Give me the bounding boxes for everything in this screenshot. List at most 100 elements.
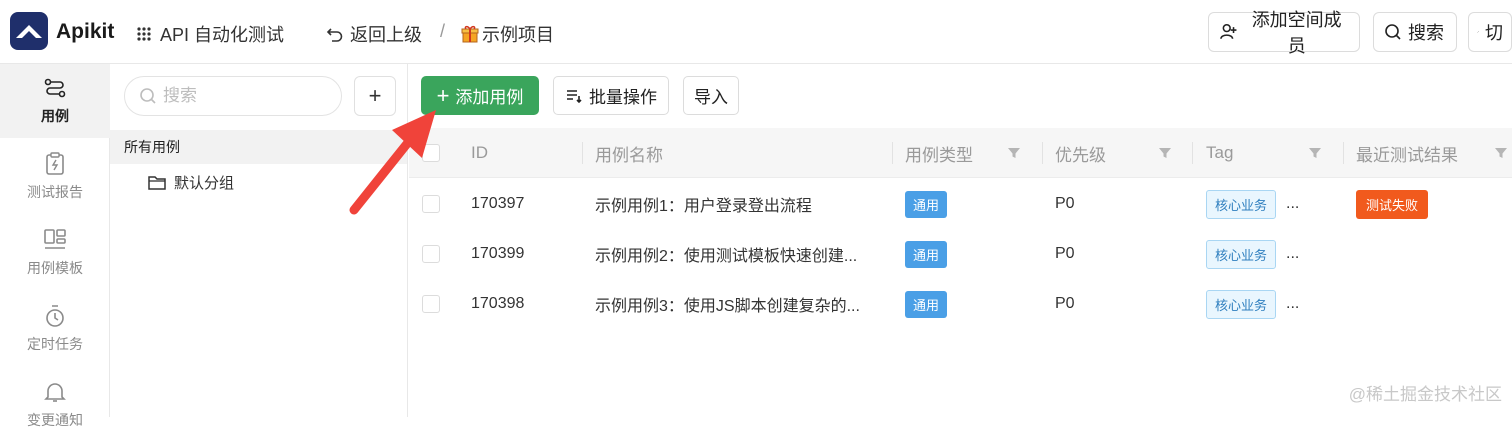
tag-badge: 核心业务: [1206, 240, 1276, 269]
side-nav: 用例 测试报告 用例模板 定时任务 变更通知: [0, 64, 110, 417]
result-badge: 测试失败: [1356, 190, 1428, 219]
type-badge: 通用: [905, 291, 947, 318]
group-label: 默认分组: [174, 172, 234, 193]
project-name: 示例项目: [482, 21, 554, 47]
column-divider: [1042, 142, 1043, 164]
folder-icon: [148, 175, 166, 191]
case-last-result: 测试失败: [1356, 179, 1428, 229]
case-priority: P0: [1055, 179, 1075, 229]
search-icon: [1384, 23, 1402, 41]
table-row[interactable]: 170398 示例用例3：使用JS脚本创建复杂的... 通用 P0 核心业务 .…: [409, 279, 1512, 329]
table-row[interactable]: 170397 示例用例1：用户登录登出流程 通用 P0 核心业务 ... 测试失…: [409, 179, 1512, 229]
column-divider: [1192, 142, 1193, 164]
main-content: + 添加用例 批量操作 导入 ID 用例名称 用例类型 优先级 Tag 最近测试…: [409, 64, 1512, 417]
brand-name: Apikit: [56, 20, 114, 44]
tag-badge: 核心业务: [1206, 190, 1276, 219]
tag-badge: 核心业务: [1206, 290, 1276, 319]
bulk-action-button[interactable]: 批量操作: [553, 76, 669, 115]
workspace-switcher[interactable]: API 自动化测试: [136, 21, 284, 47]
nav-item-scheduled[interactable]: 定时任务: [0, 292, 110, 366]
nav-label: 测试报告: [27, 182, 83, 202]
add-user-icon: [1219, 22, 1238, 42]
add-member-button[interactable]: 添加空间成员: [1208, 12, 1360, 52]
nav-label: 定时任务: [27, 334, 83, 354]
undo-icon: [326, 25, 344, 43]
column-header-last-result[interactable]: 最近测试结果: [1356, 128, 1458, 178]
nav-item-cases[interactable]: 用例: [0, 64, 110, 138]
workspace-name: API 自动化测试: [160, 21, 284, 47]
gift-icon: [460, 24, 480, 44]
nav-label: 变更通知: [27, 410, 83, 430]
type-badge: 通用: [905, 191, 947, 218]
global-search-button[interactable]: 搜索: [1373, 12, 1457, 52]
filter-icon[interactable]: [1494, 146, 1508, 160]
case-priority: P0: [1055, 279, 1075, 329]
nav-item-reports[interactable]: 测试报告: [0, 140, 110, 214]
column-header-type[interactable]: 用例类型: [905, 128, 973, 178]
template-icon: [43, 228, 67, 252]
column-header-name[interactable]: 用例名称: [595, 128, 663, 178]
case-tags: 核心业务 ...: [1206, 279, 1299, 329]
type-badge: 通用: [905, 241, 947, 268]
nav-label: 用例模板: [27, 258, 83, 278]
nav-item-templates[interactable]: 用例模板: [0, 216, 110, 290]
case-type: 通用: [905, 279, 947, 329]
switch-button[interactable]: 切: [1468, 12, 1512, 52]
more-tags[interactable]: ...: [1286, 195, 1299, 213]
top-bar: Apikit API 自动化测试 返回上级 / 示例项目: [0, 0, 1512, 64]
route-icon: [43, 76, 67, 100]
column-header-tag[interactable]: Tag: [1206, 128, 1233, 178]
nav-label: 用例: [41, 106, 69, 126]
case-name[interactable]: 示例用例2：使用测试模板快速创建...: [595, 229, 857, 279]
watermark: @稀土掘金技术社区: [1349, 380, 1502, 405]
row-checkbox[interactable]: [422, 245, 440, 263]
more-tags[interactable]: ...: [1286, 245, 1299, 263]
bulk-label: 批量操作: [589, 83, 657, 108]
magic-wand-icon: [1477, 24, 1479, 40]
search-label: 搜索: [1408, 19, 1444, 45]
back-button[interactable]: 返回上级: [326, 21, 422, 47]
table-header: ID 用例名称 用例类型 优先级 Tag 最近测试结果: [409, 128, 1512, 178]
column-divider: [1343, 142, 1344, 164]
case-id: 170399: [471, 229, 524, 279]
filter-icon[interactable]: [1308, 146, 1322, 160]
filter-icon[interactable]: [1158, 146, 1172, 160]
add-case-label: 添加用例: [455, 83, 523, 108]
more-tags[interactable]: ...: [1286, 295, 1299, 313]
logo-icon: [10, 12, 48, 50]
case-type: 通用: [905, 179, 947, 229]
column-header-id[interactable]: ID: [471, 128, 488, 178]
annotation-arrow-icon: [340, 100, 450, 220]
import-button[interactable]: 导入: [683, 76, 739, 115]
case-id: 170398: [471, 279, 524, 329]
project-breadcrumb[interactable]: 示例项目: [460, 21, 554, 47]
column-header-priority[interactable]: 优先级: [1055, 128, 1106, 178]
tree-item-default-group[interactable]: 默认分组: [148, 172, 234, 193]
tree-search-input[interactable]: [163, 86, 323, 106]
back-label: 返回上级: [350, 21, 422, 47]
case-id: 170397: [471, 179, 524, 229]
case-priority: P0: [1055, 229, 1075, 279]
list-sort-icon: [565, 87, 583, 105]
apikit-logo[interactable]: [10, 12, 48, 50]
filter-icon[interactable]: [1007, 146, 1021, 160]
row-checkbox[interactable]: [422, 295, 440, 313]
column-divider: [582, 142, 583, 164]
case-tags: 核心业务 ...: [1206, 179, 1299, 229]
grid-icon: [136, 26, 152, 42]
bell-icon: [43, 380, 67, 404]
case-name[interactable]: 示例用例1：用户登录登出流程: [595, 179, 812, 229]
table-row[interactable]: 170399 示例用例2：使用测试模板快速创建... 通用 P0 核心业务 ..…: [409, 229, 1512, 279]
switch-label: 切: [1485, 19, 1503, 45]
column-divider: [892, 142, 893, 164]
report-icon: [44, 152, 66, 176]
case-type: 通用: [905, 229, 947, 279]
breadcrumb-separator: /: [440, 21, 445, 42]
search-icon: [139, 87, 157, 105]
case-tags: 核心业务 ...: [1206, 229, 1299, 279]
nav-item-notifications[interactable]: 变更通知: [0, 368, 110, 442]
case-name[interactable]: 示例用例3：使用JS脚本创建复杂的...: [595, 279, 860, 329]
timer-icon: [43, 304, 67, 328]
add-member-label: 添加空间成员: [1244, 6, 1349, 58]
tree-search: [124, 76, 342, 116]
